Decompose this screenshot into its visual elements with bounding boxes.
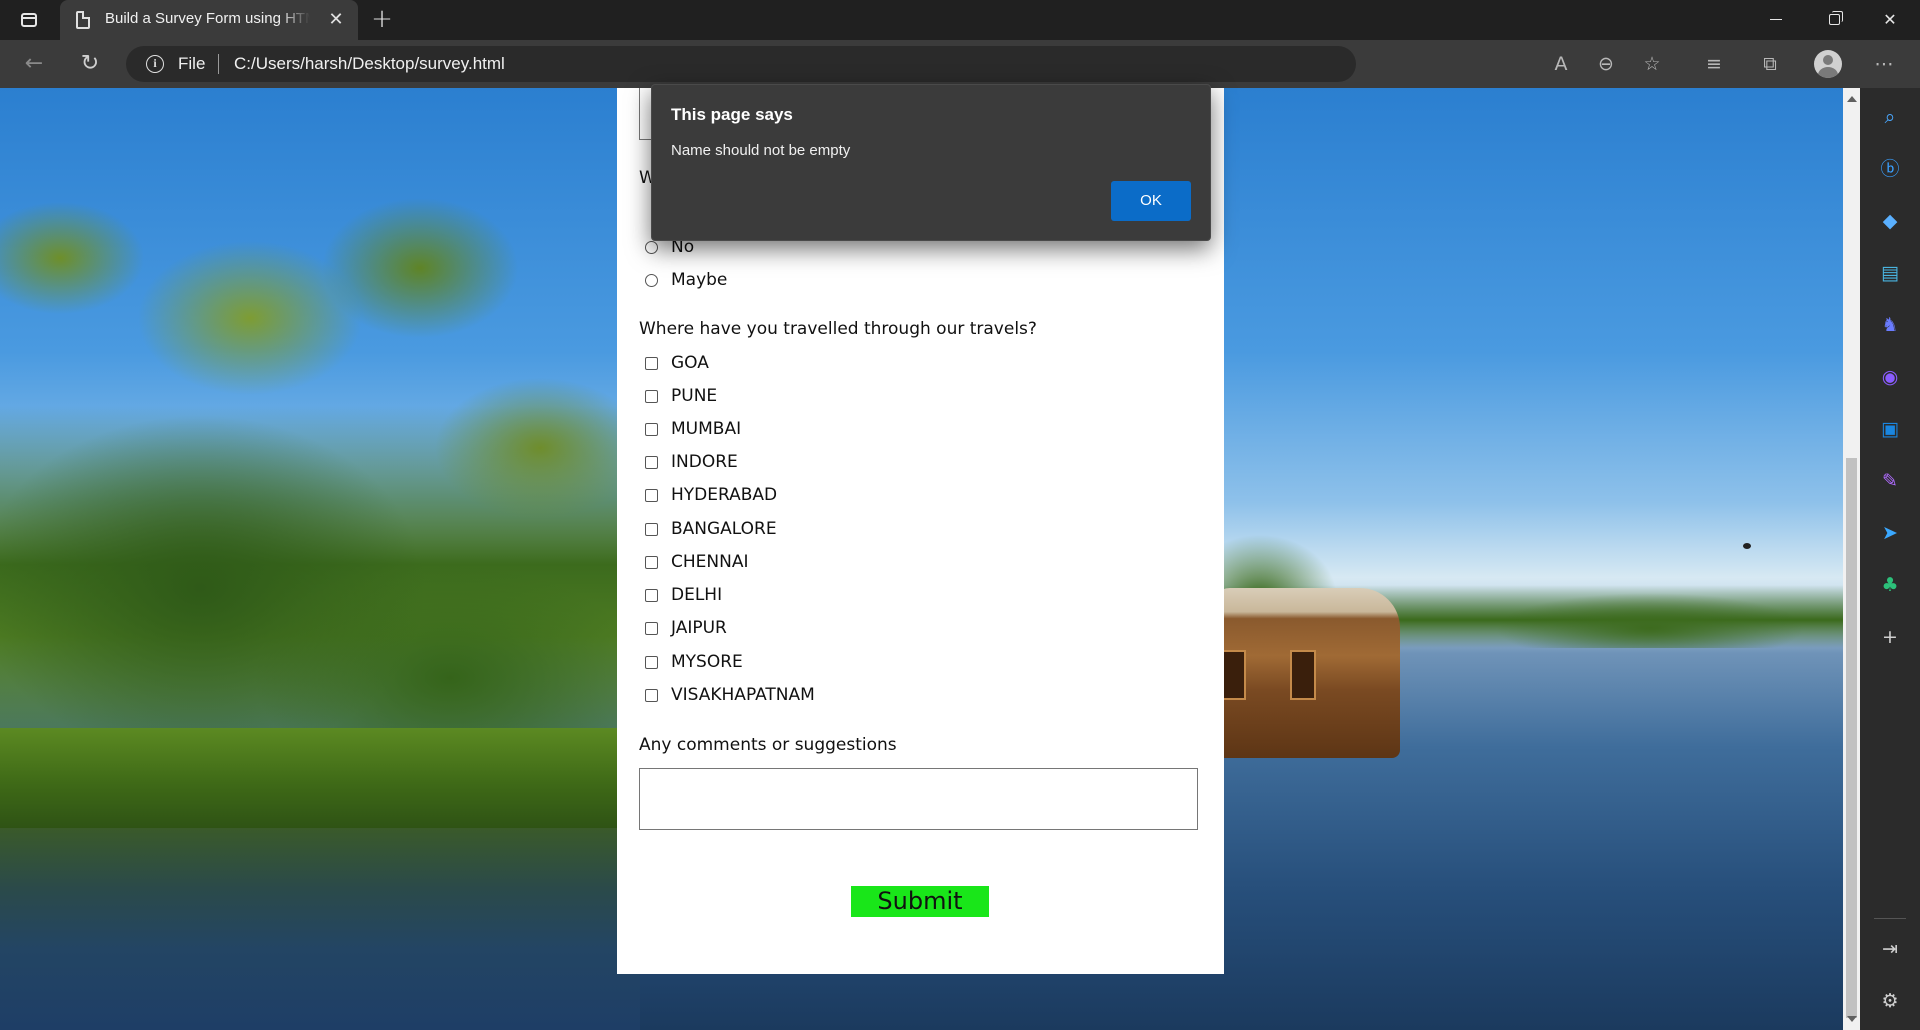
city-checkbox-pune[interactable]: PUNE — [645, 384, 717, 408]
submit-button[interactable]: Submit — [851, 886, 989, 917]
city-label: HYDERABAD — [671, 485, 778, 505]
comments-textarea[interactable] — [639, 768, 1198, 830]
city-checkbox-jaipur[interactable]: JAIPUR — [645, 616, 727, 640]
city-checkbox-hyderabad[interactable]: HYDERABAD — [645, 483, 777, 507]
shopping-tag-icon[interactable]: ◆ — [1876, 207, 1904, 235]
checkbox[interactable] — [645, 389, 658, 403]
scheme-label: File — [178, 54, 206, 73]
city-label: PUNE — [671, 386, 718, 406]
scroll-up-arrow-icon[interactable] — [1847, 96, 1857, 102]
city-label: DELHI — [671, 585, 723, 605]
telegram-icon[interactable]: ➤ — [1876, 519, 1904, 547]
ok-button[interactable]: OK — [1111, 181, 1191, 221]
background-riverbank — [0, 728, 640, 838]
checkbox[interactable] — [645, 621, 658, 635]
background-houseboat — [1210, 588, 1400, 758]
active-tab[interactable]: Build a Survey Form using HTML ✕ — [60, 0, 358, 40]
read-aloud-icon[interactable]: A — [1547, 50, 1575, 78]
city-label: CHENNAI — [671, 552, 749, 572]
city-checkbox-chennai[interactable]: CHENNAI — [645, 550, 748, 574]
checkbox[interactable] — [645, 688, 658, 702]
city-label: VISAKHAPATNAM — [671, 685, 815, 705]
games-icon[interactable]: ♞ — [1876, 311, 1904, 339]
add-icon[interactable]: + — [1876, 623, 1904, 651]
checkbox[interactable] — [645, 455, 658, 469]
radio-option-maybe[interactable]: Maybe — [645, 268, 727, 292]
bing-chat-icon[interactable]: ⓑ — [1876, 155, 1904, 183]
navigation-toolbar: ← ↻ i File C:/Users/harsh/Desktop/survey… — [0, 40, 1920, 88]
page-icon — [76, 11, 90, 29]
checkbox[interactable] — [645, 356, 658, 370]
city-checkbox-mysore[interactable]: MYSORE — [645, 650, 743, 674]
city-checkbox-mumbai[interactable]: MUMBAI — [645, 417, 741, 441]
outlook-icon[interactable]: ▣ — [1876, 415, 1904, 443]
site-info-icon[interactable]: i — [146, 55, 164, 73]
zoom-out-icon[interactable]: ⊖ — [1592, 50, 1620, 78]
scroll-thumb[interactable] — [1846, 458, 1857, 1018]
search-icon[interactable]: ⌕ — [1876, 103, 1904, 131]
city-label: MUMBAI — [671, 419, 742, 439]
sidebar-divider — [1874, 918, 1906, 919]
comments-label: Any comments or suggestions — [639, 735, 897, 755]
tab-actions-icon[interactable] — [16, 8, 42, 32]
radio-button[interactable] — [645, 240, 658, 254]
close-window-button[interactable]: ✕ — [1862, 0, 1918, 40]
city-label: MYSORE — [671, 652, 743, 672]
collections-icon[interactable]: ⧉ — [1756, 50, 1784, 78]
dialog-message: Name should not be empty — [671, 142, 851, 159]
checkbox[interactable] — [645, 655, 658, 669]
city-checkbox-delhi[interactable]: DELHI — [645, 583, 722, 607]
address-separator — [218, 54, 219, 74]
tab-title: Build a Survey Form using HTML — [105, 10, 310, 27]
city-label: JAIPUR — [671, 618, 727, 638]
checkbox[interactable] — [645, 588, 658, 602]
tab-close-icon[interactable]: ✕ — [324, 8, 348, 32]
address-url[interactable]: C:/Users/harsh/Desktop/survey.html — [234, 54, 505, 74]
city-label: GOA — [671, 353, 709, 373]
checkbox[interactable] — [645, 522, 658, 536]
city-label: INDORE — [671, 452, 738, 472]
travel-question: Where have you travelled through our tra… — [639, 319, 1037, 339]
microsoft-365-icon[interactable]: ◉ — [1876, 363, 1904, 391]
new-tab-button[interactable]: + — [368, 6, 396, 34]
city-checkbox-indore[interactable]: INDORE — [645, 450, 738, 474]
drop-icon[interactable]: ✎ — [1876, 467, 1904, 495]
alert-dialog: This page says Name should not be empty … — [651, 84, 1211, 241]
scroll-down-arrow-icon[interactable] — [1847, 1016, 1857, 1022]
profile-avatar[interactable] — [1814, 50, 1842, 78]
more-options-icon[interactable]: ⋯ — [1870, 50, 1898, 78]
dialog-title: This page says — [671, 105, 793, 124]
tree-icon[interactable]: ♣ — [1876, 571, 1904, 599]
tools-icon[interactable]: ▤ — [1876, 259, 1904, 287]
tab-bar: Build a Survey Form using HTML ✕ + ✕ — [0, 0, 1920, 40]
checkbox[interactable] — [645, 555, 658, 569]
city-checkbox-goa[interactable]: GOA — [645, 351, 709, 375]
address-bar[interactable]: i File C:/Users/harsh/Desktop/survey.htm… — [126, 46, 1356, 82]
restore-button[interactable] — [1806, 0, 1862, 40]
city-checkbox-visakhapatnam[interactable]: VISAKHAPATNAM — [645, 683, 815, 707]
background-bird — [1743, 543, 1751, 549]
add-favorite-icon[interactable]: ☆ — [1638, 50, 1666, 78]
city-label: BANGALORE — [671, 519, 777, 539]
edge-sidebar: ⌕ ⓑ ◆ ▤ ♞ ◉ ▣ ✎ ➤ ♣ + ⇥ ⚙ — [1860, 88, 1920, 1030]
checkbox[interactable] — [645, 488, 658, 502]
hide-sidebar-icon[interactable]: ⇥ — [1876, 935, 1904, 963]
city-checkbox-bangalore[interactable]: BANGALORE — [645, 517, 777, 541]
background-water — [0, 828, 640, 1030]
radio-button[interactable] — [645, 273, 658, 287]
settings-icon[interactable]: ⚙ — [1876, 987, 1904, 1015]
back-button[interactable]: ← — [18, 50, 50, 78]
reload-button[interactable]: ↻ — [74, 50, 106, 78]
radio-label: Maybe — [671, 270, 728, 290]
page-scrollbar[interactable] — [1843, 88, 1860, 1030]
checkbox[interactable] — [645, 422, 658, 436]
favorites-icon[interactable]: ≡ — [1700, 50, 1728, 78]
minimize-button[interactable] — [1748, 0, 1804, 40]
